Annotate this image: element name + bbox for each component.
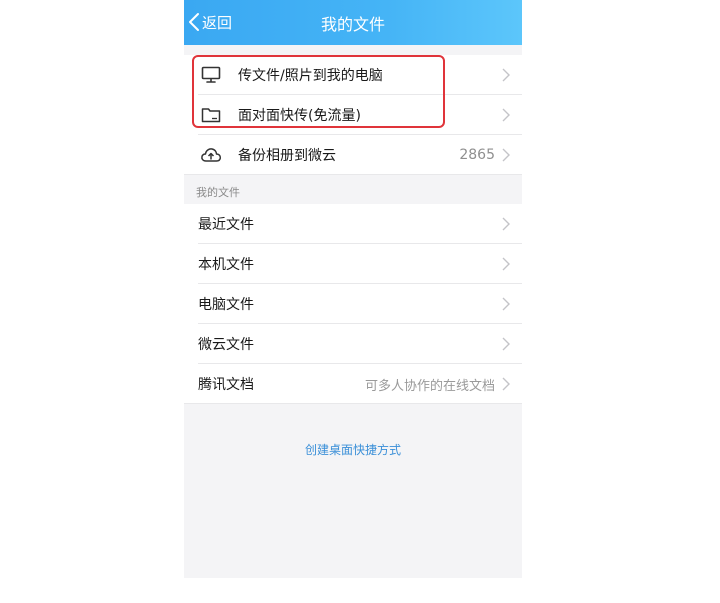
page-title: 我的文件	[320, 15, 385, 34]
create-shortcut-link[interactable]: 创建桌面快捷方式	[184, 441, 522, 458]
chevron-right-icon	[499, 108, 513, 122]
weiyun-files-row[interactable]: 微云文件	[184, 324, 522, 364]
section-title: 我的文件	[196, 186, 240, 199]
recent-files-label: 最近文件	[198, 217, 254, 233]
tencent-docs-label: 腾讯文档	[198, 377, 254, 393]
cloud-upload-icon	[200, 144, 222, 166]
chevron-right-icon	[499, 377, 513, 391]
backup-album-row[interactable]: 备份相册到微云 2865	[184, 135, 522, 175]
files-group: 最近文件 本机文件 电脑文件 微云文件 腾讯文档 可多人协作的在线文档	[184, 204, 522, 404]
local-files-row[interactable]: 本机文件	[184, 244, 522, 284]
local-files-label: 本机文件	[198, 257, 254, 273]
chevron-right-icon	[499, 217, 513, 231]
chevron-right-icon	[499, 297, 513, 311]
tencent-docs-hint: 可多人协作的在线文档	[364, 378, 495, 394]
backup-count: 2865	[459, 147, 495, 163]
backup-album-label: 备份相册到微云	[238, 148, 336, 164]
tencent-docs-row[interactable]: 腾讯文档 可多人协作的在线文档	[184, 364, 522, 404]
computer-files-label: 电脑文件	[198, 297, 254, 313]
chevron-right-icon	[499, 68, 513, 82]
weiyun-files-label: 微云文件	[198, 337, 254, 353]
recent-files-row[interactable]: 最近文件	[184, 204, 522, 244]
chevron-right-icon	[499, 257, 513, 271]
highlight-annotation	[192, 55, 445, 128]
computer-files-row[interactable]: 电脑文件	[184, 284, 522, 324]
nav-header: 返回 我的文件	[184, 0, 522, 45]
chevron-right-icon	[499, 337, 513, 351]
chevron-right-icon	[499, 148, 513, 162]
